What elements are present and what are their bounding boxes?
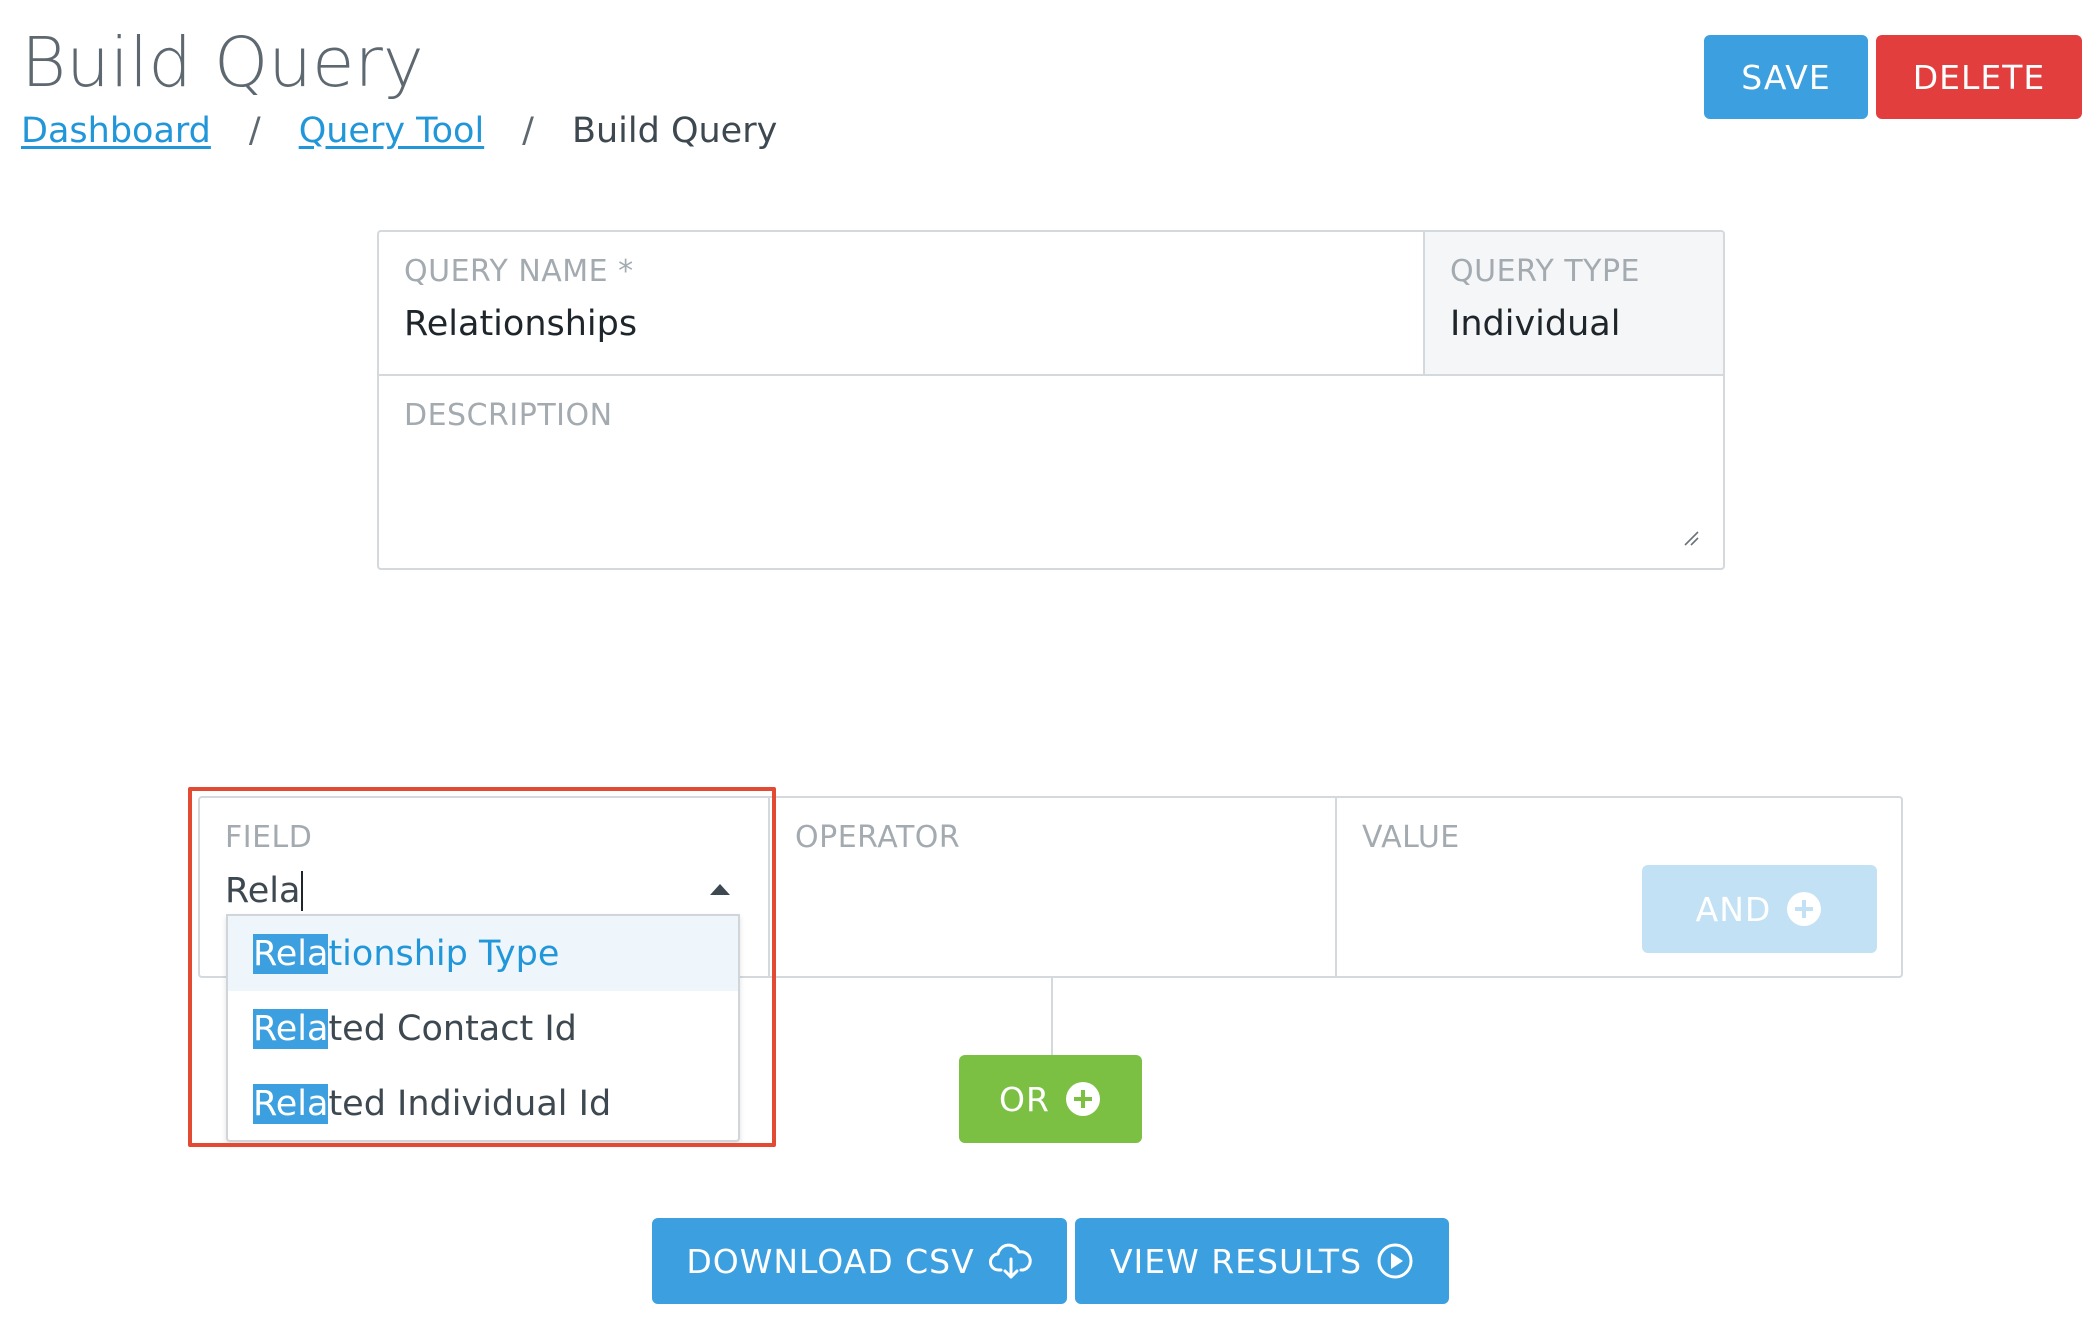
save-button[interactable]: SAVE xyxy=(1704,35,1868,119)
value-label: VALUE xyxy=(1362,820,1460,855)
or-button[interactable]: OR xyxy=(959,1055,1142,1143)
breadcrumb-separator: / xyxy=(522,111,534,151)
and-button-label: AND xyxy=(1695,889,1772,929)
query-details-card: QUERY NAME * Relationships QUERY TYPE In… xyxy=(377,230,1725,570)
or-connector-line xyxy=(1051,978,1053,1055)
and-button[interactable]: AND xyxy=(1642,865,1877,953)
description-field[interactable]: DESCRIPTION xyxy=(379,376,1723,568)
view-results-label: VIEW RESULTS xyxy=(1109,1241,1363,1281)
breadcrumb-current: Build Query xyxy=(571,111,778,151)
operator-select[interactable]: OPERATOR xyxy=(770,798,1337,976)
breadcrumb-query-tool-link[interactable]: Query Tool xyxy=(299,108,484,154)
download-csv-button[interactable]: DOWNLOAD CSV xyxy=(652,1218,1067,1304)
query-type-label: QUERY TYPE xyxy=(1450,254,1641,289)
query-name-label: QUERY NAME * xyxy=(404,254,634,289)
annotation-highlight-box xyxy=(188,787,776,1147)
query-type-field: QUERY TYPE Individual xyxy=(1425,232,1723,374)
resize-handle-icon[interactable] xyxy=(1681,528,1699,546)
download-csv-label: DOWNLOAD CSV xyxy=(686,1241,975,1281)
query-name-field[interactable]: QUERY NAME * Relationships xyxy=(379,232,1425,374)
delete-button[interactable]: DELETE xyxy=(1876,35,2082,119)
query-name-input[interactable]: Relationships xyxy=(404,304,637,344)
query-header-row: QUERY NAME * Relationships QUERY TYPE In… xyxy=(379,232,1723,376)
query-type-value: Individual xyxy=(1450,304,1621,344)
page-title: Build Query xyxy=(21,23,424,103)
circle-plus-icon xyxy=(1065,1082,1100,1116)
description-label: DESCRIPTION xyxy=(404,398,613,433)
operator-label: OPERATOR xyxy=(795,820,961,855)
or-button-label: OR xyxy=(999,1079,1050,1119)
circle-plus-icon xyxy=(1787,892,1822,926)
view-results-button[interactable]: VIEW RESULTS xyxy=(1075,1218,1449,1304)
breadcrumb-dashboard-link[interactable]: Dashboard xyxy=(21,108,211,154)
breadcrumb: Dashboard / Query Tool / Build Query xyxy=(21,108,777,154)
breadcrumb-separator: / xyxy=(248,111,261,151)
play-circle-icon xyxy=(1377,1243,1413,1279)
cloud-download-icon xyxy=(988,1243,1032,1279)
